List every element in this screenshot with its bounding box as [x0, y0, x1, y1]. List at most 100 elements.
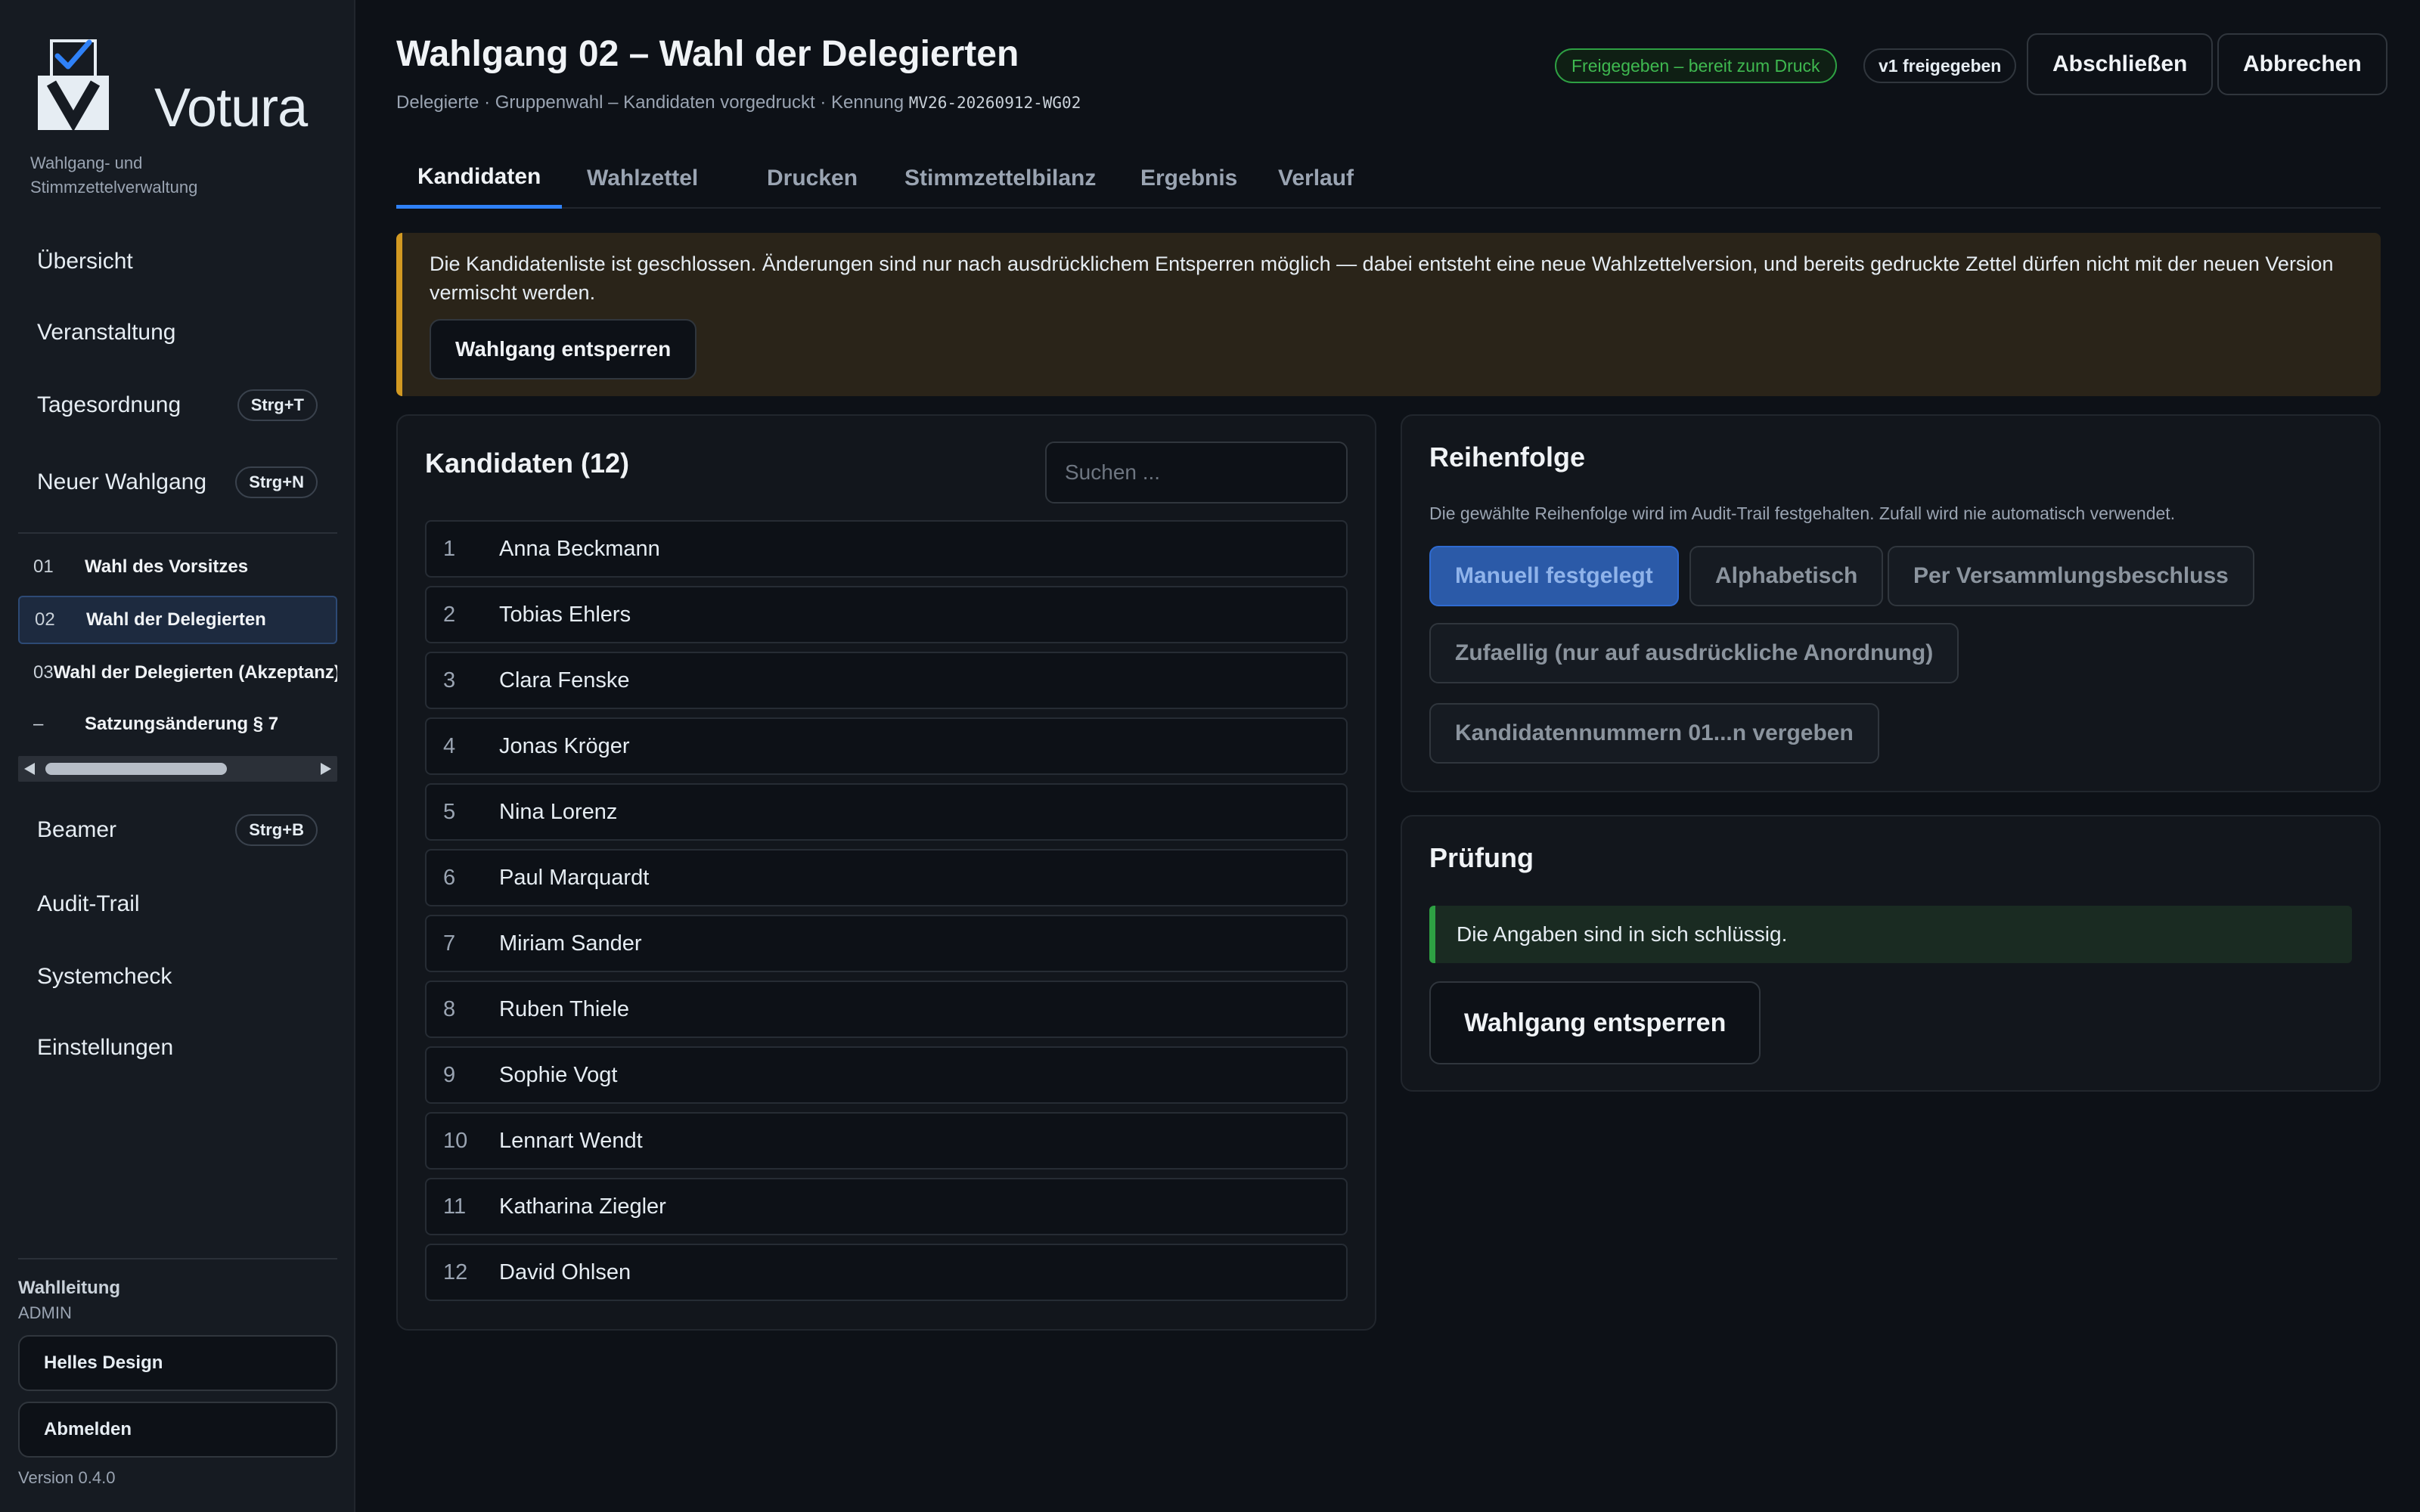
- nav-event[interactable]: Veranstaltung: [18, 305, 337, 360]
- scroll-left-icon[interactable]: [24, 763, 35, 775]
- candidate-row[interactable]: 12 David Ohlsen: [425, 1244, 1348, 1301]
- candidate-row[interactable]: 10 Lennart Wendt: [425, 1112, 1348, 1170]
- candidate-number: 2: [443, 602, 456, 627]
- candidate-row[interactable]: 5 Nina Lorenz: [425, 783, 1348, 841]
- tab-ballot-paper[interactable]: Wahlzettel: [566, 148, 719, 209]
- candidates-panel: Kandidaten (12) 1 Anna Beckmann 2 Tobias…: [396, 414, 1376, 1331]
- shortcut-badge: Strg+T: [237, 389, 318, 421]
- app-name: Votura: [154, 78, 308, 138]
- ballot-item[interactable]: – Satzungsänderung § 7: [18, 700, 337, 747]
- status-badge: Freigegeben – bereit zum Druck: [1555, 48, 1837, 83]
- candidate-number: 5: [443, 799, 456, 824]
- ballot-number: 01: [33, 556, 54, 577]
- candidate-name: Tobias Ehlers: [499, 602, 631, 627]
- nav-audit-trail[interactable]: Audit-Trail: [18, 877, 337, 931]
- role-value: ADMIN: [18, 1303, 72, 1322]
- ballot-list: 01 Wahl des Vorsitzes 02 Wahl der Delegi…: [18, 543, 337, 747]
- candidate-search-input[interactable]: [1045, 442, 1348, 503]
- candidate-number: 7: [443, 931, 456, 956]
- assign-candidate-numbers-button[interactable]: Kandidatennummern 01...n vergeben: [1429, 703, 1879, 764]
- candidate-name: Jonas Kröger: [499, 733, 630, 758]
- tab-bar: Kandidaten Wahlzettel Drucken Stimmzette…: [396, 148, 2381, 209]
- nav-label: Beamer: [37, 817, 117, 842]
- candidate-number: 12: [443, 1259, 468, 1284]
- nav-new-ballot[interactable]: Neuer Wahlgang Strg+N: [18, 455, 337, 510]
- candidate-row[interactable]: 8 Ruben Thiele: [425, 981, 1348, 1038]
- candidate-row[interactable]: 3 Clara Fenske: [425, 652, 1348, 709]
- nav-label: Audit-Trail: [37, 891, 140, 916]
- unlock-ballot-button[interactable]: Wahlgang entsperren: [430, 319, 697, 380]
- ballot-title: Wahl des Vorsitzes: [85, 556, 249, 577]
- candidate-row[interactable]: 4 Jonas Kröger: [425, 717, 1348, 775]
- shortcut-badge: Strg+N: [235, 466, 318, 498]
- nav-label: Neuer Wahlgang: [37, 469, 207, 494]
- order-option-manual[interactable]: Manuell festgelegt: [1429, 546, 1679, 606]
- candidate-number: 4: [443, 733, 456, 758]
- nav-system-check[interactable]: Systemcheck: [18, 950, 337, 1004]
- tab-candidates[interactable]: Kandidaten: [396, 148, 563, 209]
- ballot-item[interactable]: 01 Wahl des Vorsitzes: [18, 543, 337, 591]
- candidate-row[interactable]: 9 Sophie Vogt: [425, 1046, 1348, 1104]
- tab-print[interactable]: Drucken: [746, 148, 879, 209]
- check-panel: Prüfung Die Angaben sind in sich schlüss…: [1401, 815, 2381, 1092]
- ballot-number: 02: [35, 609, 55, 630]
- nav-label: Veranstaltung: [37, 320, 176, 345]
- shortcut-badge: Strg+B: [235, 814, 318, 846]
- candidate-number: 10: [443, 1128, 468, 1153]
- finish-button[interactable]: Abschließen: [2027, 33, 2214, 95]
- candidate-row[interactable]: 1 Anna Beckmann: [425, 520, 1348, 578]
- cancel-button[interactable]: Abbrechen: [2217, 33, 2387, 95]
- candidate-name: Clara Fenske: [499, 668, 630, 692]
- subtitle-text: Delegierte · Gruppenwahl – Kandidaten vo…: [396, 92, 904, 113]
- candidates-title: Kandidaten (12): [425, 448, 630, 479]
- ballot-item[interactable]: 03 Wahl der Delegierten (Akzeptanz): [18, 649, 337, 697]
- nav-settings[interactable]: Einstellungen: [18, 1021, 337, 1075]
- logout-button[interactable]: Abmelden: [18, 1402, 337, 1458]
- candidate-name: David Ohlsen: [499, 1259, 631, 1284]
- order-option-alphabetical[interactable]: Alphabetisch: [1689, 546, 1884, 606]
- sidebar-divider: [18, 532, 337, 534]
- nav-agenda[interactable]: Tagesordnung Strg+T: [18, 378, 337, 432]
- nav-label: Übersicht: [37, 249, 133, 274]
- ballot-item-active[interactable]: 02 Wahl der Delegierten: [18, 596, 337, 644]
- candidate-row[interactable]: 11 Katharina Ziegler: [425, 1178, 1348, 1235]
- candidate-row[interactable]: 7 Miriam Sander: [425, 915, 1348, 972]
- order-hint: Die gewählte Reihenfolge wird im Audit-T…: [1429, 503, 2176, 523]
- ballot-number: 03: [33, 662, 54, 683]
- order-option-resolution[interactable]: Per Versammlungsbeschluss: [1888, 546, 2254, 606]
- nav-beamer[interactable]: Beamer Strg+B: [18, 803, 337, 857]
- candidate-row[interactable]: 6 Paul Marquardt: [425, 849, 1348, 906]
- scroll-right-icon[interactable]: [321, 763, 331, 775]
- order-panel: Reihenfolge Die gewählte Reihenfolge wir…: [1401, 414, 2381, 792]
- sidebar-divider: [18, 1258, 337, 1259]
- candidate-name: Ruben Thiele: [499, 996, 629, 1021]
- app-tagline: Wahlgang- und Stimmzettelverwaltung: [30, 153, 198, 197]
- version-badge: v1 freigegeben: [1863, 48, 2017, 83]
- page-title: Wahlgang 02 – Wahl der Delegierten: [396, 34, 1019, 74]
- nav-label: Tagesordnung: [37, 392, 182, 417]
- validation-success-message: Die Angaben sind in sich schlüssig.: [1429, 906, 2352, 963]
- scroll-thumb[interactable]: [45, 763, 227, 775]
- candidate-name: Miriam Sander: [499, 931, 642, 956]
- tab-result[interactable]: Ergebnis: [1119, 148, 1258, 209]
- candidate-row[interactable]: 2 Tobias Ehlers: [425, 586, 1348, 643]
- unlock-ballot-button-secondary[interactable]: Wahlgang entsperren: [1429, 981, 1761, 1064]
- ballot-list-scrollbar[interactable]: [18, 756, 337, 782]
- candidate-name: Paul Marquardt: [499, 865, 650, 890]
- candidate-number: 8: [443, 996, 456, 1021]
- candidate-name: Sophie Vogt: [499, 1062, 618, 1087]
- tab-ballot-balance[interactable]: Stimmzettelbilanz: [883, 148, 1117, 209]
- check-title: Prüfung: [1429, 842, 1534, 873]
- ballot-title: Satzungsänderung § 7: [85, 714, 279, 734]
- nav-overview[interactable]: Übersicht: [18, 234, 337, 289]
- candidate-number: 9: [443, 1062, 456, 1087]
- warning-text: Die Kandidatenliste ist geschlossen. Änd…: [430, 253, 2334, 304]
- role-label: Wahlleitung: [18, 1278, 121, 1298]
- order-option-random[interactable]: Zufaellig (nur auf ausdrückliche Anordnu…: [1429, 623, 1959, 683]
- locked-warning: Die Kandidatenliste ist geschlossen. Änd…: [396, 233, 2381, 396]
- candidate-number: 1: [443, 536, 456, 561]
- theme-toggle-button[interactable]: Helles Design: [18, 1335, 337, 1391]
- ballot-title: Wahl der Delegierten (Akzeptanz): [53, 662, 337, 683]
- candidate-name: Katharina Ziegler: [499, 1194, 666, 1219]
- tab-history[interactable]: Verlauf: [1257, 148, 1375, 209]
